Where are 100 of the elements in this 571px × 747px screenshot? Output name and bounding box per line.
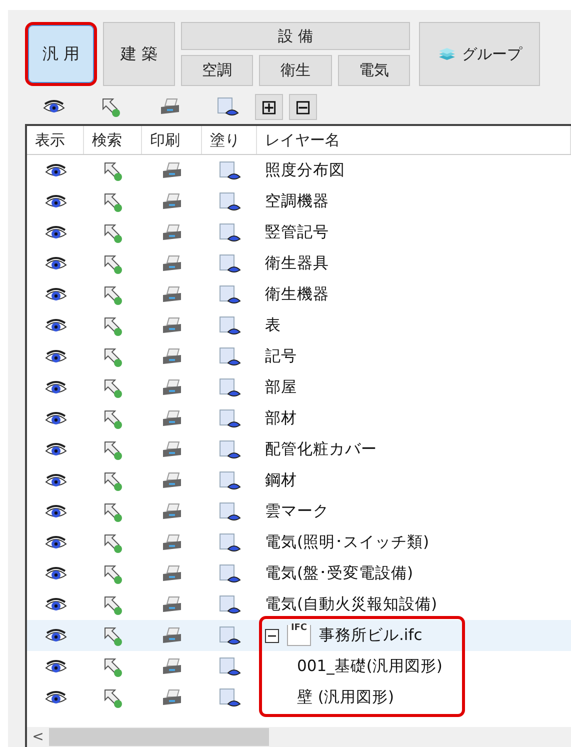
collapse-toggle-icon[interactable]: [265, 628, 279, 642]
eye-icon: [44, 288, 66, 302]
eye-icon: [42, 100, 64, 114]
eye-icon: [44, 660, 66, 674]
layer-row[interactable]: 鋼材: [27, 465, 571, 496]
layer-name: 電気(盤･受変電設備): [265, 563, 414, 584]
fill-eye-icon: [218, 192, 240, 212]
equipment-tab[interactable]: 空調: [181, 55, 254, 86]
category-tab[interactable]: 汎 用: [25, 22, 97, 86]
layer-name: 表: [265, 315, 281, 336]
fill-eye-icon: [218, 222, 240, 242]
printer-icon: [161, 316, 183, 334]
layer-name: 記号: [265, 346, 297, 367]
horizontal-scrollbar[interactable]: <: [27, 727, 571, 747]
equipment-tab[interactable]: 電気: [338, 55, 410, 86]
eye-icon: [44, 226, 66, 240]
layer-name: 事務所ビル.ifc: [319, 625, 422, 646]
group-button[interactable]: グループ: [419, 22, 540, 86]
layer-row[interactable]: 001_基礎(汎用図形): [27, 651, 571, 682]
scroll-thumb[interactable]: [49, 728, 269, 746]
column-header[interactable]: 表示: [27, 126, 84, 154]
expand-all-button[interactable]: ⊞: [255, 94, 283, 120]
arrow-check-icon: [102, 624, 124, 646]
layer-name: 雲マーク: [265, 501, 329, 522]
fill-eye-icon: [218, 346, 240, 366]
arrow-check-icon: [102, 594, 124, 616]
arrow-check-icon: [102, 346, 124, 368]
equipment-tab[interactable]: 衛生: [259, 55, 332, 86]
eye-icon: [44, 380, 66, 394]
fill-eye-icon: [216, 97, 238, 117]
layer-row[interactable]: 電気(照明･スイッチ類): [27, 527, 571, 558]
equipment-header[interactable]: 設 備: [181, 22, 410, 50]
column-header[interactable]: 塗り: [202, 126, 257, 154]
printer-icon: [161, 378, 183, 396]
fill-eye-icon: [218, 160, 240, 180]
column-header[interactable]: 印刷: [142, 126, 202, 154]
printer-icon: [161, 348, 183, 366]
layer-row[interactable]: 衛生器具: [27, 248, 571, 279]
printer-icon: [161, 286, 183, 304]
printer-icon: [161, 254, 183, 272]
arrow-check-icon: [102, 314, 124, 336]
fill-eye-icon: [218, 656, 240, 676]
layer-name: 鋼材: [265, 470, 297, 491]
eye-icon: [44, 318, 66, 332]
arrow-check-icon: [102, 376, 124, 398]
eye-icon: [44, 256, 66, 270]
eye-icon: [44, 504, 66, 518]
eye-icon: [44, 194, 66, 208]
layer-name: 電気(自動火災報知設備): [265, 594, 438, 615]
fill-eye-icon: [218, 378, 240, 398]
layer-row[interactable]: 壁 (汎用図形): [27, 682, 571, 713]
fill-eye-icon: [218, 532, 240, 552]
printer-icon: [161, 472, 183, 490]
layer-row[interactable]: 電気(自動火災報知設備): [27, 589, 571, 620]
category-tab[interactable]: 建 築: [103, 22, 175, 86]
fill-eye-icon: [218, 564, 240, 584]
layer-row[interactable]: IFC 事務所ビル.ifc: [27, 620, 571, 651]
layer-name: 電気(照明･スイッチ類): [265, 532, 430, 553]
fill-eye-icon: [218, 254, 240, 274]
arrow-check-icon: [102, 686, 124, 708]
arrow-check-icon: [102, 284, 124, 306]
column-header[interactable]: 検索: [84, 126, 142, 154]
fill-eye-icon: [218, 502, 240, 522]
layer-row[interactable]: 電気(盤･受変電設備): [27, 558, 571, 589]
layer-row[interactable]: 照度分布図: [27, 155, 571, 186]
arrow-check-icon: [102, 252, 124, 274]
fill-eye-icon: [218, 408, 240, 428]
layer-row[interactable]: 記号: [27, 341, 571, 372]
eye-icon: [44, 474, 66, 488]
layer-name: 衛生器具: [265, 253, 329, 274]
layer-row[interactable]: 部屋: [27, 372, 571, 403]
printer-icon: [161, 224, 183, 242]
arrow-check-icon: [102, 190, 124, 212]
layer-name: 壁 (汎用図形): [297, 687, 394, 708]
printer-icon: [159, 98, 181, 116]
arrow-check-icon: [102, 408, 124, 430]
layer-row[interactable]: 配管化粧カバー: [27, 434, 571, 465]
scroll-left-arrow[interactable]: <: [27, 729, 49, 745]
layer-row[interactable]: 雲マーク: [27, 496, 571, 527]
eye-icon: [44, 164, 66, 178]
printer-icon: [161, 564, 183, 582]
printer-icon: [161, 626, 183, 644]
layer-row[interactable]: 衛生機器: [27, 279, 571, 310]
collapse-all-button[interactable]: ⊟: [289, 94, 317, 120]
layer-name: 照度分布図: [265, 160, 345, 181]
fill-eye-icon: [218, 284, 240, 304]
layer-row[interactable]: 竪管記号: [27, 217, 571, 248]
printer-icon: [161, 502, 183, 520]
layer-name: 衛生機器: [265, 284, 329, 305]
fill-eye-icon: [218, 440, 240, 460]
arrow-check-icon: [102, 160, 124, 182]
layer-row[interactable]: 表: [27, 310, 571, 341]
layer-name: 空調機器: [265, 191, 329, 212]
arrow-check-icon: [102, 222, 124, 244]
eye-icon: [44, 690, 66, 704]
column-header[interactable]: レイヤー名: [257, 126, 571, 154]
layer-row[interactable]: 空調機器: [27, 186, 571, 217]
arrow-check-icon: [102, 500, 124, 522]
layer-row[interactable]: 部材: [27, 403, 571, 434]
printer-icon: [161, 688, 183, 706]
